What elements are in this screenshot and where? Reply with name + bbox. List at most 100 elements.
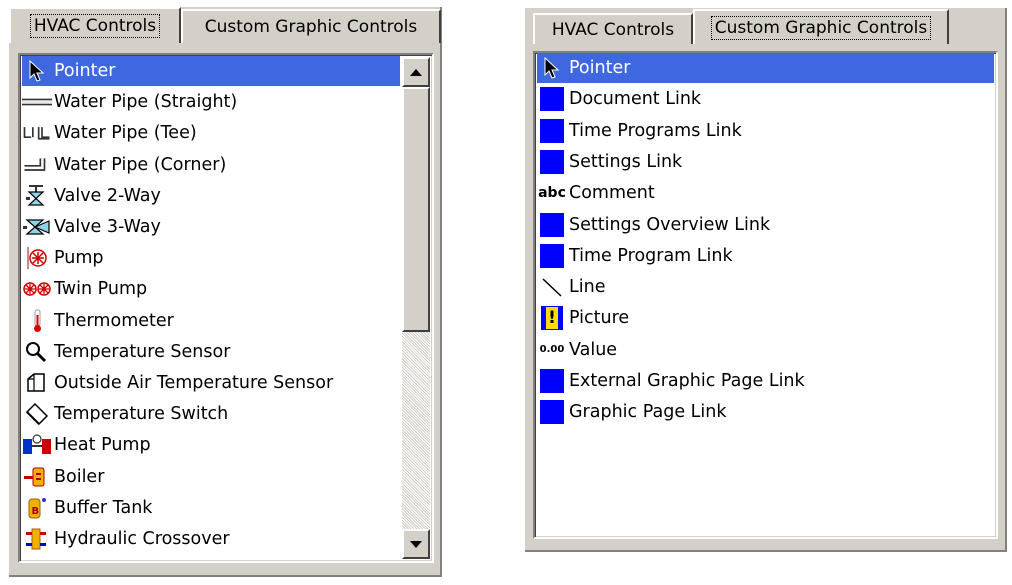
list-item[interactable]: Temperature Sensor	[22, 337, 400, 367]
temperature-sensor-icon	[22, 340, 52, 364]
list-item-label: Comment	[569, 183, 655, 204]
tab-hvac-controls[interactable]: HVAC Controls	[533, 13, 693, 44]
list-item-label: Valve 2-Way	[54, 185, 161, 206]
list-item-label: Line	[569, 277, 606, 298]
list-item-label: Time Program Link	[569, 245, 733, 266]
list-item[interactable]: Outside Air Temperature Sensor	[22, 368, 400, 398]
abc-text-icon: abc	[538, 185, 566, 202]
list-item-label: Hydraulic Crossover	[54, 529, 230, 549]
list-item[interactable]: Hydraulic Crossover	[22, 524, 400, 554]
list-item-label: Settings Overview Link	[569, 214, 771, 235]
tab-custom-graphic-controls[interactable]: Custom Graphic Controls	[693, 9, 949, 44]
list-item-label: Boiler	[54, 466, 105, 487]
blue-square-icon	[537, 86, 567, 112]
list-item[interactable]: Valve 3-Way	[22, 212, 400, 242]
list-item-label: Graphic Page Link	[569, 402, 727, 423]
valve-3way-icon	[22, 215, 52, 239]
arrow-up-icon	[409, 68, 423, 77]
list-item-label: Pointer	[569, 58, 631, 78]
list-item[interactable]: Settings Overview Link	[537, 210, 994, 240]
tab-hvac-controls[interactable]: HVAC Controls	[9, 7, 181, 43]
list-item[interactable]: Boiler	[22, 462, 400, 492]
custom-graphic-palette-panel: HVAC Controls Custom Graphic Controls Po…	[525, 8, 1007, 552]
list-item[interactable]: Heat Pump	[22, 430, 400, 460]
water-pipe-straight-icon	[22, 91, 52, 113]
list-item-label: Heat Pump	[54, 435, 151, 456]
water-pipe-tee-icon	[22, 122, 52, 144]
scroll-thumb[interactable]	[402, 87, 430, 332]
valve-2way-icon	[22, 184, 52, 208]
list-item-label: Time Programs Link	[569, 120, 742, 141]
list-item-label: Pump	[54, 248, 104, 269]
blue-square-icon	[537, 243, 567, 269]
list-item-label: Picture	[569, 308, 630, 329]
list-item[interactable]: 0.00 Value	[537, 335, 994, 365]
water-pipe-corner-icon	[22, 154, 52, 176]
blue-square-icon	[537, 399, 567, 425]
boiler-icon	[22, 465, 52, 489]
list-item[interactable]: Line	[537, 272, 994, 302]
list-item-label: Water Pipe (Corner)	[54, 154, 227, 175]
arrow-down-icon	[409, 540, 423, 549]
list-item-label: Temperature Sensor	[54, 341, 231, 362]
list-item[interactable]: ! Picture	[537, 303, 994, 333]
list-item-label: Valve 3-Way	[54, 217, 161, 237]
list-item[interactable]: Graphic Page Link	[537, 397, 994, 427]
list-item[interactable]: Valve 2-Way	[22, 181, 400, 211]
list-item[interactable]: External Graphic Page Link	[537, 366, 994, 396]
thermometer-icon	[22, 309, 52, 333]
hydraulic-crossover-icon	[22, 527, 52, 551]
list-item-label: Document Link	[569, 89, 702, 110]
list-item[interactable]: B Buffer Tank	[22, 493, 400, 523]
list-item[interactable]: Temperature Switch	[22, 399, 400, 429]
tab-custom-graphic-controls[interactable]: Custom Graphic Controls	[181, 9, 441, 43]
list-item-label: Buffer Tank	[54, 497, 153, 518]
custom-graphic-controls-list[interactable]: Pointer Document Link Time Programs Link Se…	[533, 51, 998, 539]
blue-square-icon	[537, 212, 567, 238]
list-item[interactable]: Water Pipe (Straight)	[22, 87, 400, 117]
list-item[interactable]: Time Programs Link	[537, 116, 994, 146]
list-item[interactable]: Pointer	[22, 56, 400, 86]
list-item-label: Settings Link	[569, 151, 683, 172]
list-item[interactable]: Water Pipe (Corner)	[22, 150, 400, 180]
tab-label: Custom Graphic Controls	[204, 17, 418, 37]
tab-label: HVAC Controls	[551, 19, 675, 40]
vertical-scrollbar[interactable]	[402, 57, 430, 559]
list-item[interactable]: Document Link	[537, 84, 994, 114]
buffer-tank-icon: B	[22, 496, 52, 520]
blue-square-icon	[537, 149, 567, 175]
list-item-label: Water Pipe (Straight)	[54, 92, 238, 113]
scroll-up-button[interactable]	[402, 57, 430, 87]
diagonal-line-icon	[537, 275, 567, 299]
scroll-down-button[interactable]	[402, 529, 430, 559]
list-item[interactable]: abc Comment	[537, 178, 994, 208]
list-item-label: Temperature Switch	[54, 404, 229, 425]
list-item-label: Twin Pump	[54, 279, 148, 300]
heat-pump-icon	[22, 433, 52, 457]
pointer-icon	[22, 60, 52, 82]
pump-icon	[22, 246, 52, 270]
list-item-label: Outside Air Temperature Sensor	[54, 373, 334, 393]
list-item-label: Value	[569, 339, 618, 360]
list-item[interactable]: Pump	[22, 243, 400, 273]
list-item[interactable]: Water Pipe (Tee)	[22, 118, 400, 148]
list-item[interactable]: Pointer	[537, 53, 994, 83]
list-item[interactable]: Time Program Link	[537, 241, 994, 271]
list-item[interactable]: Twin Pump	[22, 274, 400, 304]
list-item-label: Water Pipe (Tee)	[54, 123, 197, 144]
svg-text:B: B	[32, 506, 40, 517]
list-item-label: Pointer	[54, 61, 116, 81]
temperature-switch-icon	[22, 402, 52, 426]
twin-pump-icon	[22, 277, 52, 301]
list-item[interactable]: Settings Link	[537, 147, 994, 177]
list-item-label: External Graphic Page Link	[569, 371, 805, 391]
tab-label: Custom Graphic Controls	[710, 15, 932, 40]
value-number-icon: 0.00	[539, 344, 565, 356]
hvac-palette-panel: HVAC Controls Custom Graphic Controls Po…	[9, 7, 442, 577]
list-item[interactable]: Thermometer	[22, 306, 400, 336]
pointer-icon	[537, 57, 567, 79]
hvac-controls-list[interactable]: Pointer Water Pipe (Straight) Water Pipe (…	[18, 53, 434, 563]
blue-square-icon	[537, 118, 567, 144]
blue-square-icon	[537, 368, 567, 394]
exclamation-picture-icon: !	[537, 306, 567, 331]
